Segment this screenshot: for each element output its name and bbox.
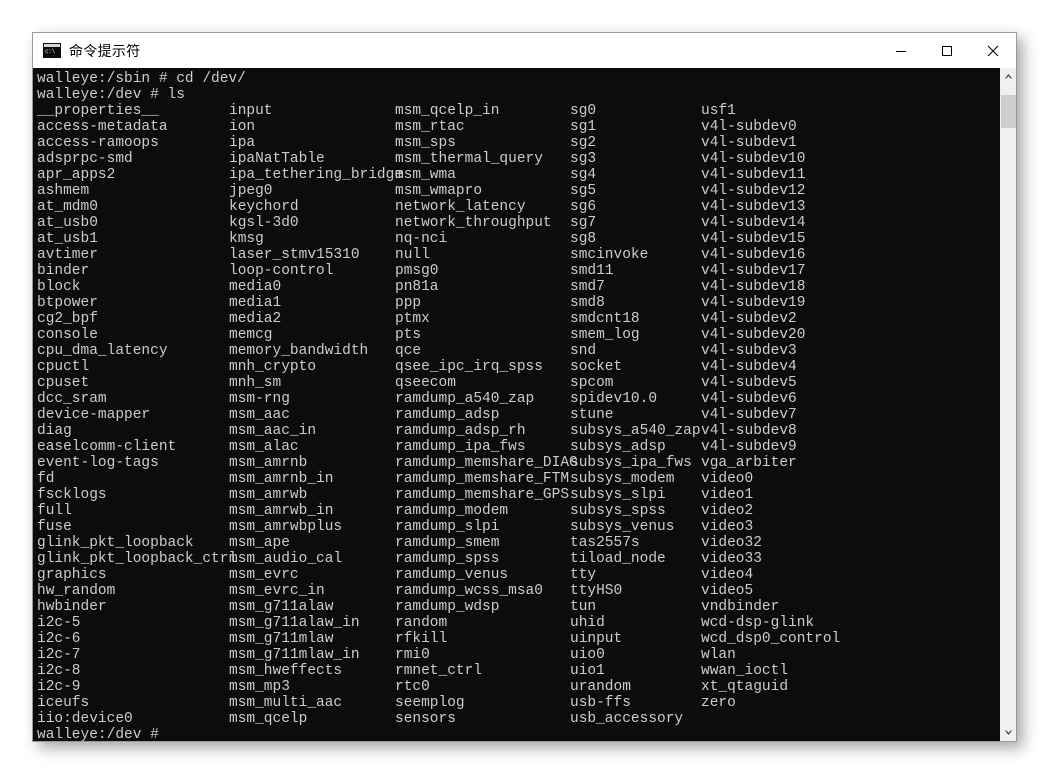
console-icon [43,43,61,58]
column-5: usf1 v4l-subdev0 v4l-subdev1 v4l-subdev1… [701,103,841,711]
console-area: walleye:/sbin # cd /dev/ walleye:/dev # … [33,68,1016,741]
scrollbar-track[interactable] [1000,85,1016,724]
maximize-icon [942,45,952,56]
terminal-output[interactable]: walleye:/sbin # cd /dev/ walleye:/dev # … [33,68,999,741]
column-1: __properties__ access-metadata access-ra… [37,103,238,727]
prompt-line-current: walleye:/dev # [37,727,159,741]
close-button[interactable] [970,33,1016,68]
close-icon [987,45,999,56]
column-4: sg0 sg1 sg2 sg3 sg4 sg5 sg6 sg7 sg8 smci… [570,103,701,727]
minimize-button[interactable] [878,33,924,68]
prompt-line-ls: walleye:/dev # ls [37,87,185,103]
scrollbar-up-button[interactable] [1000,68,1016,85]
vertical-scrollbar[interactable] [999,68,1016,741]
title-bar[interactable]: 命令提示符 [33,33,1016,69]
maximize-button[interactable] [924,33,970,68]
window-title: 命令提示符 [69,43,141,60]
command-prompt-window: 命令提示符 walleye:/sbin # cd /dev/ [32,32,1017,742]
chevron-down-icon [1004,730,1012,735]
chevron-up-icon [1004,74,1012,79]
window-controls [878,33,1016,68]
device-listing: __properties__ access-metadata access-ra… [37,103,999,727]
minimize-icon [896,50,906,52]
scrollbar-down-button[interactable] [1000,724,1016,741]
prompt-line-cd: walleye:/sbin # cd /dev/ [37,71,246,87]
column-2: input ion ipa ipaNatTable ipa_tethering_… [229,103,404,727]
scrollbar-thumb[interactable] [1001,95,1016,128]
column-3: msm_qcelp_in msm_rtac msm_sps msm_therma… [395,103,578,727]
